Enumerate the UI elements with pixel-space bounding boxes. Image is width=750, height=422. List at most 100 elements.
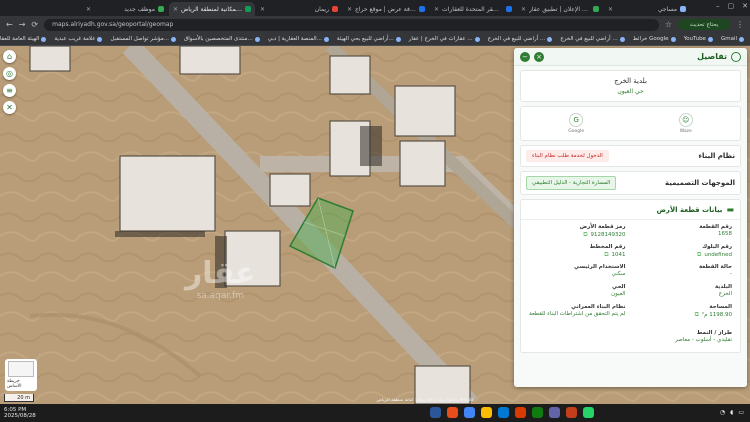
layers-icon[interactable]: ≡: [3, 84, 16, 97]
bookmark-item[interactable]: علامة غريب عبدية: [54, 36, 103, 42]
star-icon[interactable]: ☆: [665, 20, 672, 29]
bookmark-favicon-icon: [323, 36, 329, 42]
land-field: حالة القطعة -: [698, 264, 732, 277]
browser-toolbar: ← → ⟳ maps.alriyadh.gov.sa/geoportal/geo…: [0, 16, 750, 33]
design-guides-section: الموجهات التصميمية المسارة التجارية - ال…: [520, 171, 741, 195]
land-data-header: ▬ بيانات قطعة الأرض: [521, 200, 740, 220]
forward-icon[interactable]: →: [19, 20, 26, 29]
bookmark-item[interactable]: YouTube: [684, 36, 713, 42]
panel-header: − × تفاصيل: [514, 48, 747, 66]
volume-icon[interactable]: ◖: [730, 409, 733, 416]
waze-link[interactable]: ☺ Waze: [678, 113, 693, 134]
tab-close-icon[interactable]: ✕: [173, 6, 178, 13]
browser-tab[interactable]: أضافة عرض | موقع حراج ✕: [343, 2, 429, 16]
land-field: رقم البلوك undefined ⧉: [697, 244, 732, 259]
scale-bar: 20 m: [4, 394, 34, 402]
tab-close-icon[interactable]: ✕: [608, 6, 613, 13]
bookmark-item[interactable]: مؤشر تواصل المستقبل...: [110, 36, 176, 42]
land-data-card: ▬ بيانات قطعة الأرض رقم القطعة 1658 رمز قط…: [520, 199, 741, 353]
taskbar-app-icon[interactable]: [447, 407, 458, 418]
browser-tab[interactable]: تحويل الإعلان | تطبيق عقار ✕: [517, 2, 603, 16]
maximize-icon[interactable]: ▢: [728, 2, 735, 10]
browser-tab[interactable]: شركة سقر المتحدة للعقارات✕: [430, 2, 516, 16]
bookmark-favicon-icon: [739, 36, 744, 42]
address-bar[interactable]: maps.alriyadh.gov.sa/geoportal/geomap: [44, 18, 659, 31]
close-panel-icon[interactable]: ×: [534, 51, 544, 62]
tab-close-icon[interactable]: ✕: [347, 6, 352, 13]
minimize-icon[interactable]: –: [716, 2, 720, 10]
google-link[interactable]: G Google: [568, 113, 584, 134]
taskbar-app-icon[interactable]: [430, 407, 441, 418]
bookmark-favicon-icon: [619, 36, 625, 42]
bookmark-favicon-icon: [395, 36, 401, 42]
copy-icon[interactable]: ⧉: [697, 251, 701, 259]
taskbar-app-icon[interactable]: [464, 407, 475, 418]
taskbar-app-icon[interactable]: [532, 407, 543, 418]
tab-close-icon[interactable]: ✕: [521, 6, 526, 13]
taskbar-app-icon[interactable]: [498, 407, 509, 418]
bookmark-item[interactable]: خرائط Google: [633, 36, 676, 42]
tab-favicon-icon: [419, 6, 425, 12]
style-row: طراز / النمط تقليدي - أسلوب - معاصر: [521, 326, 740, 352]
navigation-links: G Google ☺ Waze: [520, 106, 741, 141]
map-controls: ⌂ ◎ ≡ ✕: [3, 50, 16, 114]
browser-tab[interactable]: موظف جديد ✕: [82, 2, 168, 16]
bookmark-item[interactable]: أراضي للبيع في الخرج ...: [560, 36, 625, 42]
municipality-card: بلدية الخرج حي العيون: [520, 70, 741, 102]
google-icon: G: [569, 113, 584, 127]
back-icon[interactable]: ←: [6, 20, 13, 29]
taskbar-app-icon[interactable]: [481, 407, 492, 418]
measure-icon[interactable]: ✕: [3, 101, 16, 114]
building-system-section: نظام البناء الدخول لخدمة طلب نظام البناء: [520, 145, 741, 167]
bookmark-item[interactable]: Gmail: [721, 36, 744, 42]
tab-close-icon[interactable]: ✕: [86, 6, 91, 13]
map-attribution: بيانات الخريطة: أمانة منطقة الرياض | Esr…: [376, 398, 474, 403]
browser-tab[interactable]: ريمان ✕: [256, 2, 342, 16]
bookmark-item[interactable]: أراضي للبيع بحي الهيئة...: [337, 36, 401, 42]
panel-body[interactable]: بلدية الخرج حي العيون G Google ☺ Waze نظ…: [514, 66, 747, 387]
bookmark-item[interactable]: المنصة العقارية | دبي...: [268, 36, 329, 42]
bookmark-item[interactable]: الهيئة العامة للعقار: [0, 36, 47, 42]
bookmark-item[interactable]: عقارات في الخرج | عقار ...: [409, 36, 480, 42]
design-guide-chip[interactable]: المسارة التجارية - الدليل التطبيقي: [526, 176, 617, 190]
home-icon[interactable]: ⌂: [3, 50, 16, 63]
profile-button[interactable]: يحتاج تحديث: [678, 19, 730, 30]
copy-icon[interactable]: ⧉: [604, 251, 608, 259]
copy-icon[interactable]: ⧉: [695, 311, 699, 319]
browser-tab[interactable]: مساجي ✕: [604, 2, 690, 16]
wifi-icon[interactable]: ◔: [720, 409, 725, 416]
locate-icon[interactable]: ◎: [3, 67, 16, 80]
land-field: الحي العيون: [611, 284, 626, 297]
system-tray: ◔ ◖ ▭: [720, 409, 744, 416]
collapse-icon[interactable]: −: [520, 51, 530, 62]
land-field: البلدية الخرج: [714, 284, 732, 297]
watermark: عقار sa.aqar.fm: [185, 256, 256, 301]
municipality-logo-icon: [731, 51, 741, 62]
battery-icon[interactable]: ▭: [738, 409, 744, 416]
taskbar-app-icon[interactable]: [549, 407, 560, 418]
menu-icon[interactable]: ⋮: [736, 20, 744, 29]
tab-close-icon[interactable]: ✕: [434, 6, 439, 13]
reload-icon[interactable]: ⟳: [31, 20, 38, 29]
bookmark-favicon-icon: [170, 36, 176, 42]
details-panel: − × تفاصيل بلدية الخرج حي العيون G Googl…: [514, 48, 747, 387]
style-field: طراز / النمط تقليدي - أسلوب - معاصر: [675, 330, 732, 343]
taskbar-app-icon[interactable]: [566, 407, 577, 418]
bookmark-favicon-icon: [254, 36, 260, 42]
browser-tab[interactable]: البوابة المكانية لمنطقة الرياض✕: [169, 2, 255, 16]
bookmark-item[interactable]: منتدى المتخصصين بالأسواق...: [184, 36, 260, 42]
tab-favicon-icon: [506, 6, 512, 12]
copy-icon[interactable]: ⧉: [583, 231, 587, 239]
building-system-alert[interactable]: الدخول لخدمة طلب نظام البناء: [526, 150, 609, 162]
waze-icon: ☺: [678, 113, 693, 127]
url-text: maps.alriyadh.gov.sa/geoportal/geomap: [52, 21, 174, 28]
windows-taskbar: 6:05 PM 2025/08/28 ◔ ◖ ▭: [0, 404, 750, 422]
panel-title: تفاصيل: [697, 51, 741, 62]
tab-close-icon[interactable]: ✕: [260, 6, 265, 13]
land-field: رمز قطعة الأرض 9128149320 ⧉: [579, 224, 626, 239]
taskbar-app-icon[interactable]: [583, 407, 594, 418]
basemap-toggle[interactable]: خريطة الأساس: [5, 359, 37, 391]
bookmark-item[interactable]: أراضي للبيع في الخرج ...: [488, 36, 553, 42]
close-icon[interactable]: ✕: [742, 2, 748, 10]
taskbar-app-icon[interactable]: [515, 407, 526, 418]
